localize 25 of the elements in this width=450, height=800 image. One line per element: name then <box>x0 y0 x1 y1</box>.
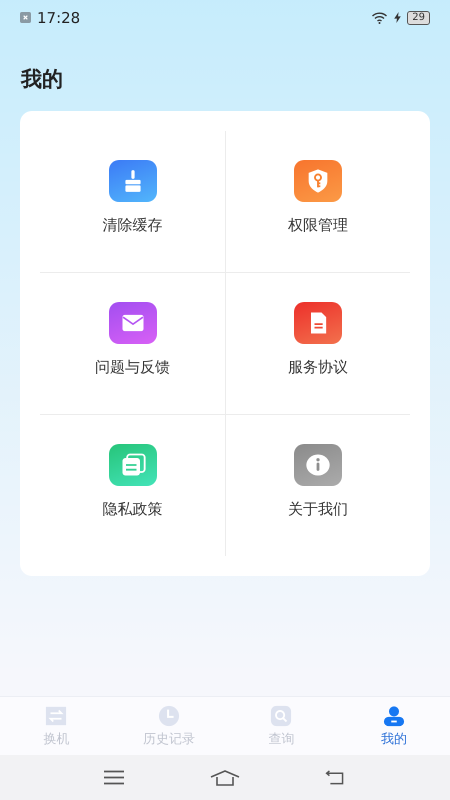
brush-icon <box>108 160 156 202</box>
tab[interactable]: 我的 <box>338 697 450 755</box>
charging-icon <box>394 12 402 23</box>
menu-item[interactable]: 问题与反馈 <box>95 302 170 377</box>
menu-item[interactable]: 服务协议 <box>288 302 348 377</box>
clock-time: 17:28 <box>37 8 80 26</box>
clock-icon <box>156 704 181 726</box>
menu-item[interactable]: 隐私政策 <box>102 444 162 519</box>
menu-item[interactable]: 权限管理 <box>288 160 348 235</box>
swap-icon <box>44 704 68 726</box>
document-icon <box>294 302 342 344</box>
envelope-icon <box>108 302 156 344</box>
stacked-cards-icon <box>108 444 156 486</box>
menu-icon[interactable] <box>102 770 125 785</box>
menu-item[interactable]: 清除缓存 <box>102 160 162 235</box>
wifi-icon <box>371 12 388 24</box>
search-icon <box>269 704 294 726</box>
page-title: 我的 <box>21 66 64 93</box>
sim-icon <box>20 12 31 23</box>
battery-indicator: 29 <box>407 10 430 24</box>
home-icon[interactable] <box>210 770 240 786</box>
menu-item[interactable]: 关于我们 <box>288 444 348 519</box>
info-icon <box>294 444 342 486</box>
shield-key-icon <box>294 160 342 202</box>
person-icon <box>382 704 406 726</box>
